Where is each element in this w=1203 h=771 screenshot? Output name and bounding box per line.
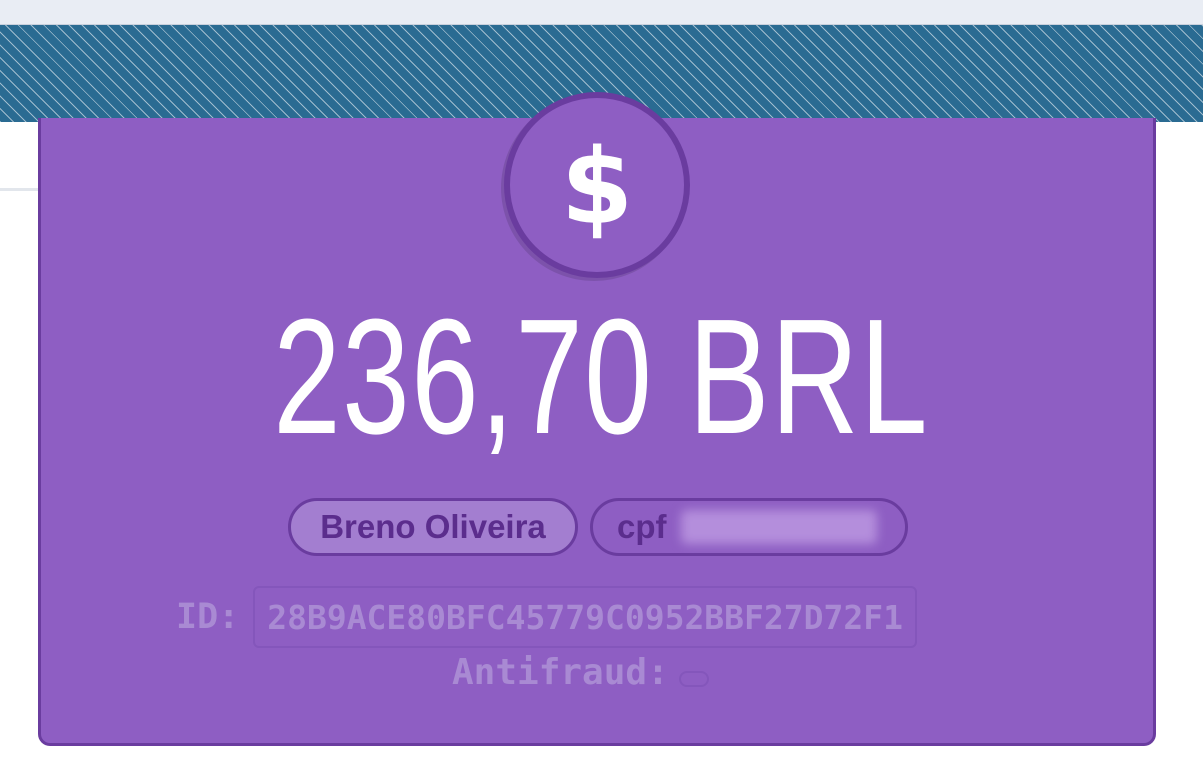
antifraud-label: Antifraud: [452,652,669,693]
browser-top-bar [0,0,1203,26]
id-label: ID: [176,597,240,637]
antifraud-row: Antifraud: [452,652,709,693]
customer-name-pill: Breno Oliveira [288,498,578,556]
currency-symbol: $ [560,126,634,248]
transaction-id-row: ID: 28B9ACE80BFC45779C0952BBF27D72F1 [176,586,917,648]
payment-amount: 236,70 BRL [273,285,930,468]
redacted-document-number [680,510,877,544]
document-type: cpf [617,508,667,545]
customer-pills: Breno Oliveira cpf [288,498,908,556]
document-pill: cpf [590,498,908,556]
transaction-id-value[interactable]: 28B9ACE80BFC45779C0952BBF27D72F1 [253,586,917,648]
antifraud-status-badge [678,670,709,687]
dollar-coin-icon: $ [504,92,690,278]
customer-name: Breno Oliveira [320,508,546,545]
